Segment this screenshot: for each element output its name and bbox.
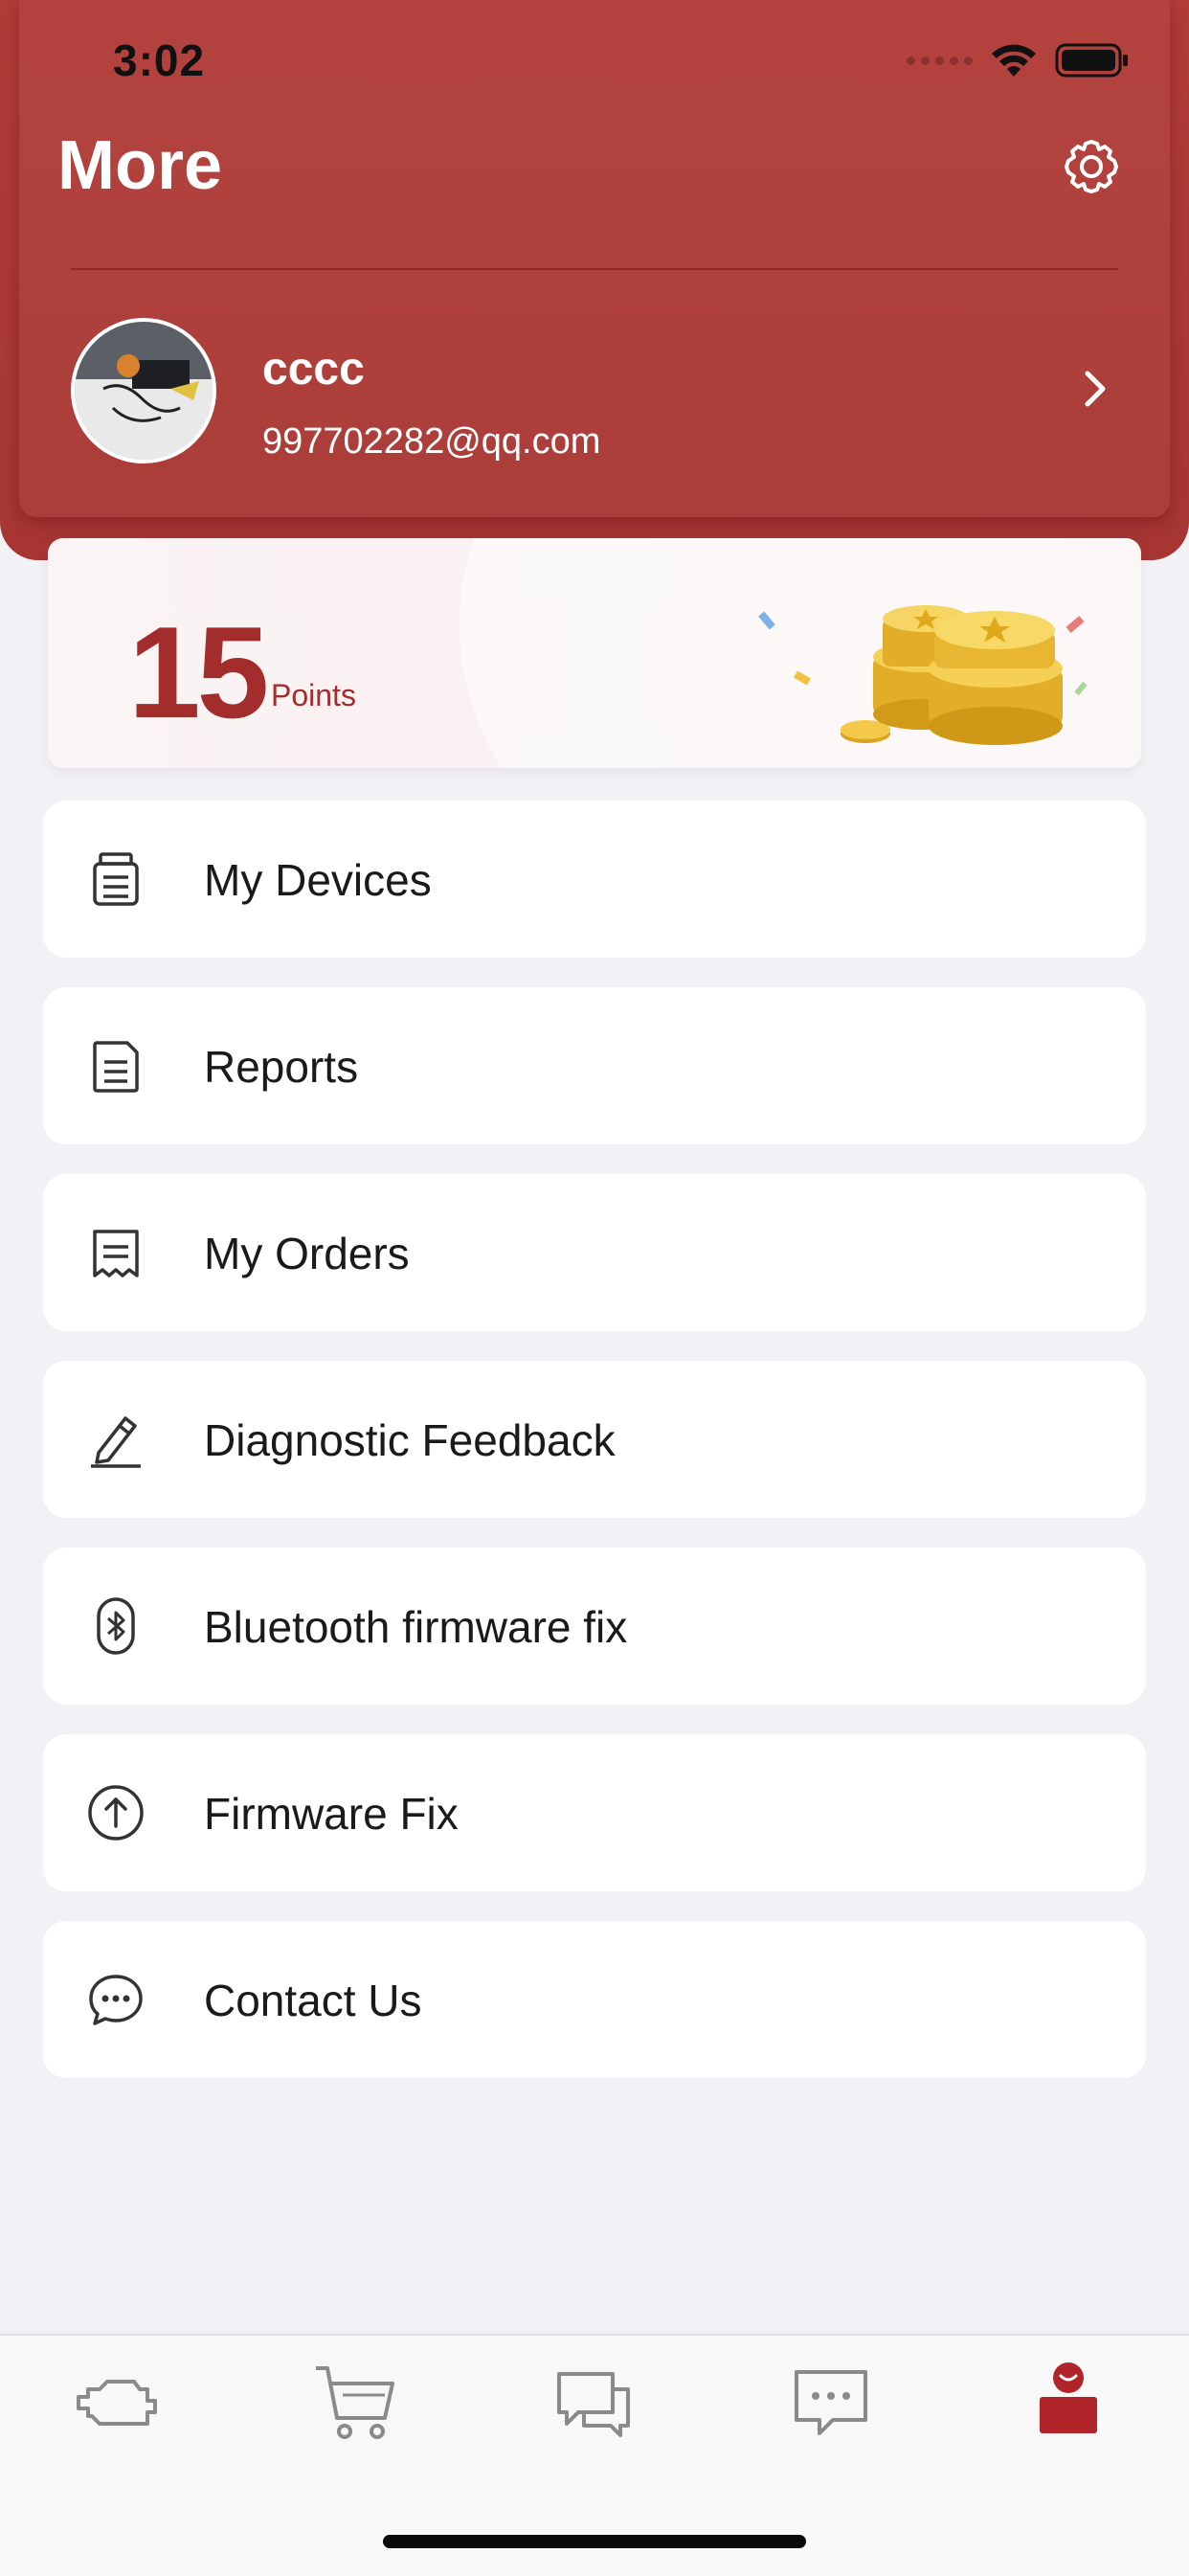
- settings-button[interactable]: [1061, 136, 1122, 197]
- profile-name: cccc: [262, 344, 365, 395]
- menu-item-label: Firmware Fix: [204, 1789, 459, 1839]
- chat-bubble-icon: [89, 1975, 143, 2025]
- menu-item-diagnostic-feedback[interactable]: Diagnostic Feedback: [43, 1361, 1146, 1518]
- message-icon: [795, 2370, 867, 2435]
- menu-item-label: Reports: [204, 1042, 359, 1092]
- pencil-icon: [91, 1416, 141, 1468]
- tab-forum[interactable]: [546, 2355, 641, 2451]
- forum-icon: [557, 2372, 630, 2437]
- menu-item-label: Diagnostic Feedback: [204, 1415, 616, 1465]
- gear-icon: [1065, 140, 1118, 193]
- home-indicator: [383, 2535, 806, 2548]
- menu-item-bluetooth-firmware-fix[interactable]: Bluetooth firmware fix: [43, 1548, 1146, 1705]
- menu-item-reports[interactable]: Reports: [43, 987, 1146, 1144]
- menu-item-contact-us[interactable]: Contact Us: [43, 1921, 1146, 2078]
- points-unit: Points: [271, 678, 356, 712]
- tab-profile[interactable]: [1021, 2355, 1116, 2451]
- cart-icon: [316, 2366, 394, 2439]
- menu-item-my-devices[interactable]: My Devices: [43, 801, 1146, 958]
- header-divider: [71, 268, 1118, 270]
- avatar: [71, 318, 216, 463]
- document-icon: [93, 1041, 139, 1093]
- status-indicators: [907, 42, 1130, 79]
- tab-shop[interactable]: [308, 2355, 404, 2451]
- page-title: More: [57, 127, 223, 204]
- profile-email: 997702282@qq.com: [262, 421, 601, 462]
- coins-icon: [758, 605, 1088, 745]
- menu-item-label: Contact Us: [204, 1976, 422, 2025]
- points-card[interactable]: 15 Points: [48, 538, 1141, 768]
- menu-item-label: My Orders: [204, 1229, 410, 1278]
- tab-diagnostics[interactable]: [71, 2355, 167, 2451]
- profile-row[interactable]: cccc 997702282@qq.com: [71, 316, 1118, 469]
- device-icon: [93, 852, 139, 906]
- profile-icon: [1040, 2362, 1097, 2433]
- engine-icon: [77, 2380, 157, 2426]
- bluetooth-icon: [97, 1597, 135, 1655]
- menu-item-label: Bluetooth firmware fix: [204, 1602, 628, 1652]
- tab-messages[interactable]: [783, 2355, 879, 2451]
- receipt-icon: [93, 1230, 139, 1277]
- status-time: 3:02: [113, 35, 206, 85]
- signal-icon: [907, 56, 973, 65]
- wifi-icon: [992, 44, 1036, 77]
- menu-item-my-orders[interactable]: My Orders: [43, 1174, 1146, 1331]
- chevron-right-icon: [1085, 371, 1106, 407]
- menu-item-firmware-fix[interactable]: Firmware Fix: [43, 1734, 1146, 1891]
- menu-item-label: My Devices: [204, 855, 432, 905]
- battery-icon: [1055, 43, 1128, 78]
- upload-arrow-icon: [88, 1785, 144, 1841]
- points-value: 15: [128, 599, 269, 745]
